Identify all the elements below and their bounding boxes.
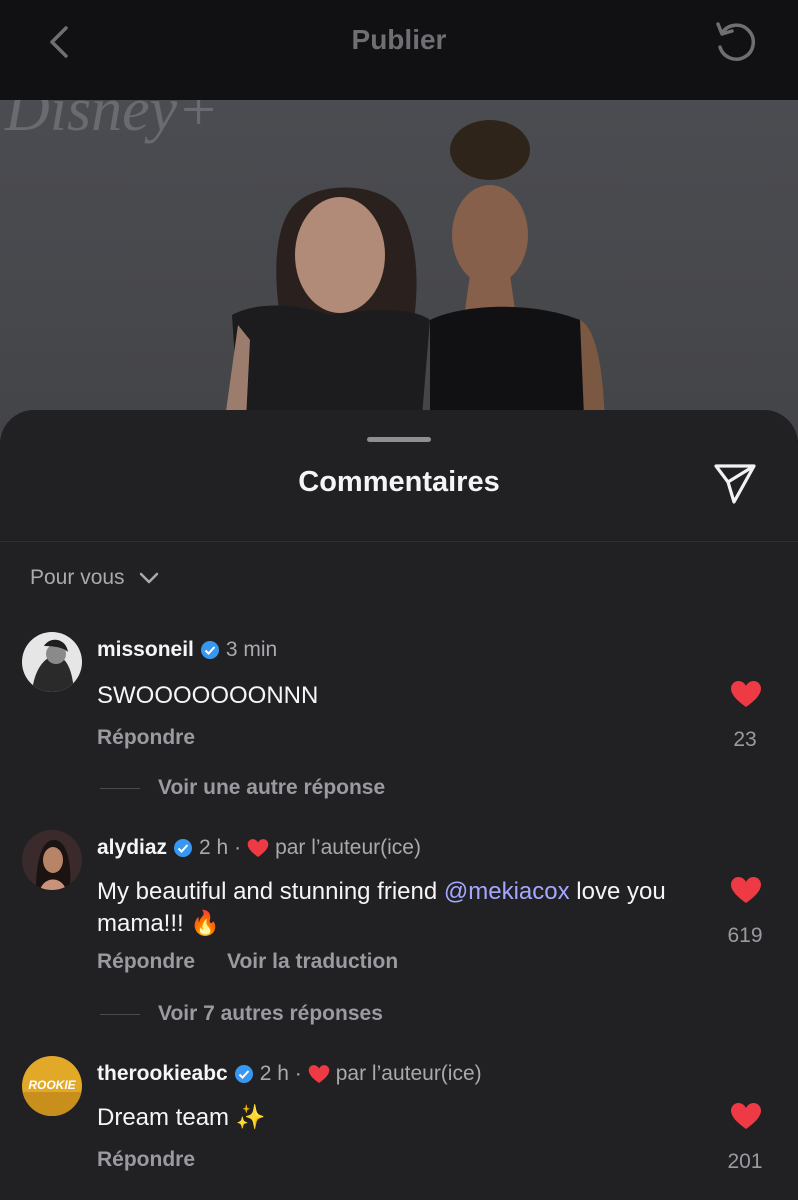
verified-badge-icon — [200, 641, 219, 659]
reply-button[interactable]: Répondre — [97, 950, 195, 974]
comment-text: My beautiful and stunning friend @mekiac… — [97, 876, 707, 940]
verified-badge-icon — [234, 1065, 253, 1083]
mention-link[interactable]: @mekiacox — [444, 878, 570, 905]
send-icon[interactable] — [710, 460, 760, 506]
refresh-icon[interactable] — [710, 17, 760, 67]
top-bar: Publier — [0, 0, 798, 100]
author-heart-icon — [247, 839, 269, 857]
disney-logo-text: Disney+ — [4, 100, 219, 144]
username[interactable]: missoneil — [97, 638, 194, 662]
like-count: 23 — [733, 728, 757, 751]
comment-time: 3 min — [225, 638, 278, 661]
avatar[interactable] — [22, 632, 82, 692]
comment-actions: Répondre — [97, 1148, 195, 1172]
view-replies-button[interactable]: Voir une autre réponse — [100, 776, 385, 800]
comment-meta: therookieabc 2 h · par l’auteur(ice) — [97, 1062, 482, 1086]
avatar[interactable] — [22, 830, 82, 890]
page-title: Publier — [351, 24, 447, 55]
comment-meta: missoneil 3 min — [97, 638, 277, 662]
comment-text-part: My beautiful and stunning friend — [97, 878, 444, 905]
avatar[interactable]: ROOKIE — [22, 1056, 82, 1116]
like-count: 201 — [727, 1150, 763, 1173]
comment-time: 2 h · — [199, 836, 242, 859]
comment-actions: Répondre — [97, 726, 195, 750]
comment-meta: alydiaz 2 h · par l’auteur(ice) — [97, 836, 421, 860]
username[interactable]: therookieabc — [97, 1062, 228, 1086]
view-replies-button[interactable]: Voir 7 autres réponses — [100, 1002, 383, 1026]
comment-text: SWOOOOOOONNN — [97, 682, 319, 709]
comments-sheet: Commentaires Pour vous missoneil 3 min S… — [0, 410, 798, 1200]
heart-icon[interactable] — [730, 1102, 762, 1130]
reply-line — [100, 787, 140, 789]
sheet-title: Commentaires — [298, 466, 500, 498]
divider — [0, 541, 798, 542]
view-replies-label: Voir 7 autres réponses — [158, 1002, 383, 1025]
author-label: par l’auteur(ice) — [335, 1062, 482, 1085]
view-replies-label: Voir une autre réponse — [158, 776, 386, 799]
drag-handle[interactable] — [367, 437, 431, 442]
comment-actions: Répondre Voir la traduction — [97, 950, 398, 974]
avatar-text: ROOKIE — [28, 1078, 76, 1092]
chevron-down-icon — [139, 572, 158, 584]
filter-label: Pour vous — [30, 566, 125, 589]
post-photo: Disney+ — [0, 100, 798, 440]
author-label: par l’auteur(ice) — [275, 836, 421, 859]
username[interactable]: alydiaz — [97, 836, 167, 860]
like-count: 619 — [727, 924, 763, 947]
reply-button[interactable]: Répondre — [97, 1148, 195, 1172]
heart-icon[interactable] — [730, 876, 762, 904]
translate-button[interactable]: Voir la traduction — [227, 950, 398, 974]
sort-filter[interactable]: Pour vous — [30, 566, 159, 590]
comment-text: Dream team ✨ — [97, 1104, 266, 1131]
comment-time: 2 h · — [259, 1062, 302, 1085]
verified-badge-icon — [174, 839, 193, 857]
heart-icon[interactable] — [730, 680, 762, 708]
author-heart-icon — [308, 1065, 330, 1083]
reply-button[interactable]: Répondre — [97, 726, 195, 750]
reply-line — [100, 1013, 140, 1015]
